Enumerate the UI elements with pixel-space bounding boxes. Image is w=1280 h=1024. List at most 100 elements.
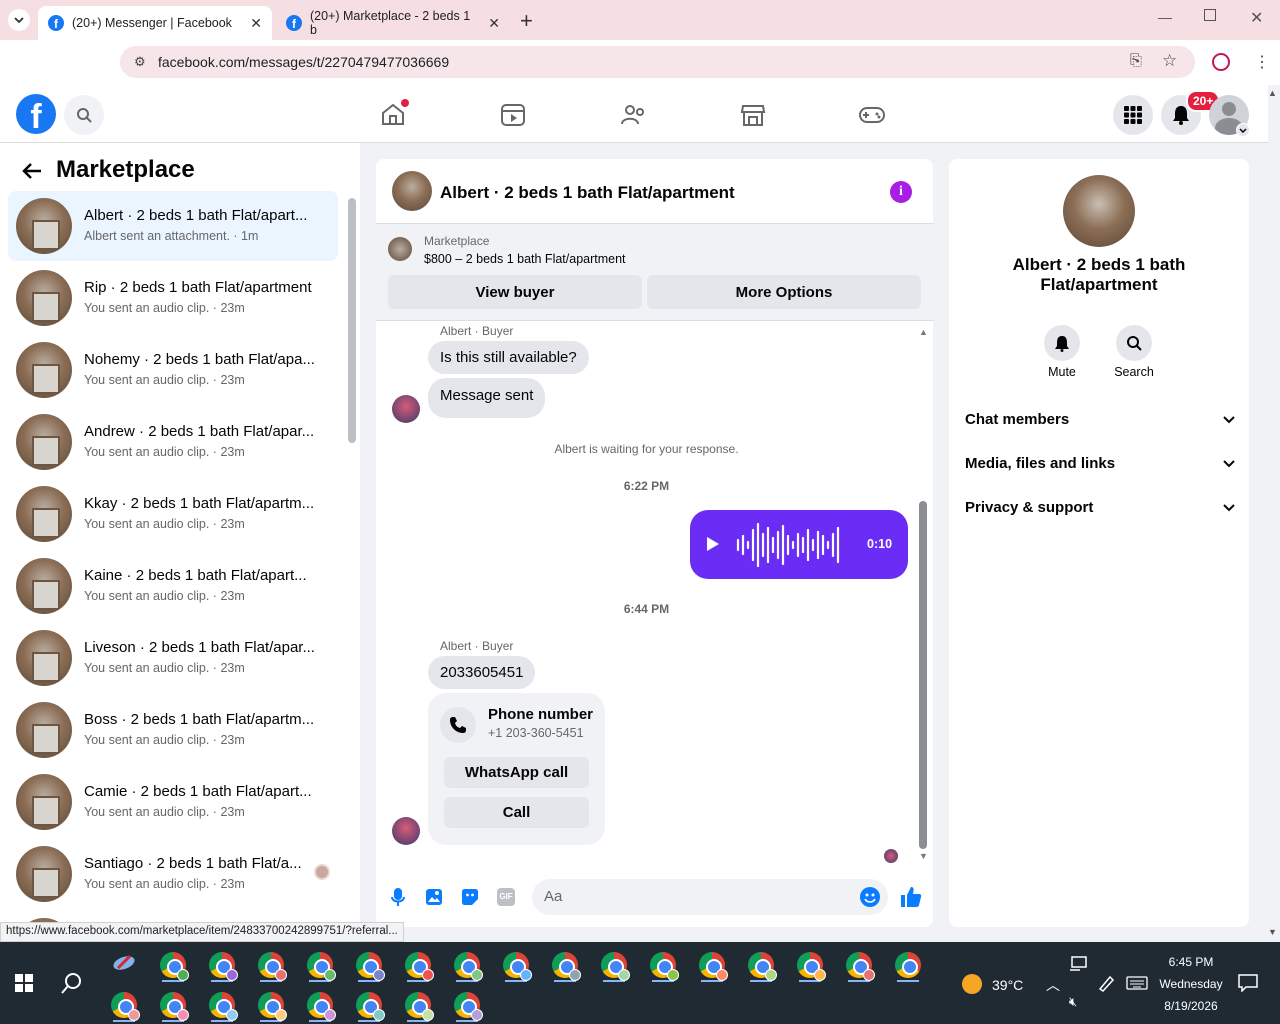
chrome-taskbar-icon[interactable] <box>160 952 189 981</box>
chrome-taskbar-icon[interactable] <box>552 952 581 981</box>
video-nav[interactable] <box>500 103 526 127</box>
search-button[interactable] <box>64 95 104 135</box>
marketplace-nav[interactable] <box>740 103 766 127</box>
chrome-taskbar-icon[interactable] <box>356 952 385 981</box>
volume-muted-icon[interactable]: 🔇︎ <box>1069 994 1077 1010</box>
menu-button[interactable] <box>1113 95 1153 135</box>
chrome-taskbar-icon[interactable] <box>160 992 189 1021</box>
app-icon[interactable] <box>112 952 136 974</box>
conversation-item[interactable]: Rip · 2 beds 1 bath Flat/apartment You s… <box>8 263 338 333</box>
chrome-taskbar-icon[interactable] <box>209 952 238 981</box>
scroll-up-arrow[interactable]: ▲ <box>919 327 928 337</box>
section-chat-members[interactable]: Chat members <box>965 411 1235 428</box>
chrome-taskbar-icon[interactable] <box>307 952 336 981</box>
conversation-item[interactable]: Kkay · 2 beds 1 bath Flat/apartm... You … <box>8 479 338 549</box>
section-privacy-support[interactable]: Privacy & support <box>965 499 1235 516</box>
site-settings-icon[interactable]: ⚙ <box>134 54 146 70</box>
message-bubble[interactable]: 2033605451 <box>428 656 536 689</box>
minimize-button[interactable]: — <box>1158 9 1172 25</box>
install-app-icon[interactable]: ⎘ <box>1130 52 1142 69</box>
tab-marketplace[interactable]: f (20+) Marketplace - 2 beds 1 b ✕ <box>276 6 510 40</box>
gaming-nav[interactable] <box>858 105 886 125</box>
close-window-button[interactable]: ✕ <box>1250 8 1263 28</box>
chrome-taskbar-icon[interactable] <box>307 992 336 1021</box>
chrome-taskbar-icon[interactable] <box>258 952 287 981</box>
chrome-taskbar-icon[interactable] <box>405 992 434 1021</box>
whatsapp-call-button[interactable]: WhatsApp call <box>444 757 589 788</box>
emoji-icon[interactable] <box>860 887 880 907</box>
profile-icon[interactable] <box>1212 53 1230 71</box>
chrome-taskbar-icon[interactable] <box>846 952 875 981</box>
clock-time[interactable]: 6:45 PM <box>1156 955 1226 969</box>
conversation-item[interactable]: Andrew · 2 beds 1 bath Flat/apar... You … <box>8 407 338 477</box>
page-scroll-down[interactable]: ▼ <box>1268 927 1277 937</box>
chrome-taskbar-icon[interactable] <box>601 952 630 981</box>
conversation-item[interactable]: Camie · 2 beds 1 bath Flat/apart... You … <box>8 767 338 837</box>
tab-messenger[interactable]: f (20+) Messenger | Facebook ✕ <box>38 6 272 40</box>
clock-day[interactable]: Wednesday <box>1156 977 1226 991</box>
conversation-item[interactable]: Nohemy · 2 beds 1 bath Flat/apa... You s… <box>8 335 338 405</box>
chrome-taskbar-icon[interactable] <box>209 992 238 1021</box>
chrome-taskbar-icon[interactable] <box>797 952 826 981</box>
restore-button[interactable] <box>1204 9 1216 21</box>
chrome-taskbar-icon[interactable] <box>454 992 483 1021</box>
chrome-taskbar-icon[interactable] <box>454 952 483 981</box>
gif-icon[interactable]: GIF <box>497 888 515 906</box>
microphone-icon[interactable] <box>390 887 406 907</box>
close-icon[interactable]: ✕ <box>250 15 262 32</box>
sender-avatar[interactable] <box>392 817 420 845</box>
menu-dots-icon[interactable]: ⋮ <box>1254 52 1270 72</box>
scroll-down-arrow[interactable]: ▼ <box>919 851 928 861</box>
chat-scrollbar[interactable] <box>919 501 927 849</box>
like-icon[interactable] <box>900 886 922 908</box>
url-bar[interactable]: ⚙ facebook.com/messages/t/22704794770366… <box>120 46 1195 78</box>
clock-date[interactable]: 8/19/2026 <box>1156 999 1226 1013</box>
pen-icon[interactable] <box>1097 974 1115 992</box>
weather-sun-icon[interactable] <box>962 974 982 994</box>
chevron-down-icon[interactable] <box>1236 123 1250 137</box>
chrome-taskbar-icon[interactable] <box>356 992 385 1021</box>
conversation-item[interactable]: Albert · 2 beds 1 bath Flat/apart... Alb… <box>8 191 338 261</box>
back-arrow-icon[interactable] <box>22 162 42 180</box>
facebook-logo[interactable]: f <box>16 94 56 134</box>
message-bubble[interactable]: Message sent <box>428 378 546 418</box>
view-buyer-button[interactable]: View buyer <box>388 275 642 309</box>
network-icon[interactable] <box>1069 956 1087 972</box>
conversation-item[interactable]: Santiago · 2 beds 1 bath Flat/a... You s… <box>8 839 338 909</box>
notification-center-icon[interactable] <box>1238 974 1258 992</box>
friends-nav[interactable] <box>620 103 648 127</box>
conversation-item[interactable]: Boss · 2 beds 1 bath Flat/apartm... You … <box>8 695 338 765</box>
message-input[interactable]: Aa <box>532 879 888 915</box>
tab-search-button[interactable] <box>8 9 30 31</box>
chrome-taskbar-icon[interactable] <box>503 952 532 981</box>
sticker-icon[interactable] <box>461 888 479 906</box>
new-tab-button[interactable]: + <box>520 8 533 34</box>
home-nav[interactable] <box>380 99 409 126</box>
audio-message[interactable]: 0:10 <box>690 510 908 579</box>
sender-avatar[interactable] <box>392 395 420 423</box>
chrome-taskbar-icon[interactable] <box>111 992 140 1021</box>
bookmark-star-icon[interactable]: ☆ <box>1162 51 1177 71</box>
call-button[interactable]: Call <box>444 797 589 828</box>
play-icon[interactable] <box>706 536 720 552</box>
chrome-taskbar-icon[interactable] <box>258 992 287 1021</box>
chrome-taskbar-icon[interactable] <box>748 952 777 981</box>
section-media-files-links[interactable]: Media, files and links <box>965 455 1235 472</box>
conversation-item[interactable]: Kaine · 2 beds 1 bath Flat/apart... You … <box>8 551 338 621</box>
chrome-taskbar-icon[interactable] <box>699 952 728 981</box>
message-bubble[interactable]: Is this still available? <box>428 341 589 374</box>
search-in-chat-button[interactable] <box>1116 325 1152 361</box>
chrome-taskbar-icon[interactable] <box>650 952 679 981</box>
chevron-up-icon[interactable]: ︿ <box>1046 975 1060 995</box>
page-scroll-up[interactable]: ▲ <box>1268 88 1277 98</box>
close-icon[interactable]: ✕ <box>488 15 500 32</box>
conversation-item[interactable]: Liveson · 2 beds 1 bath Flat/apar... You… <box>8 623 338 693</box>
info-icon[interactable]: i <box>890 181 912 203</box>
scrollbar[interactable] <box>348 198 356 443</box>
chrome-taskbar-icon[interactable] <box>895 952 921 978</box>
windows-start-icon[interactable] <box>15 974 33 992</box>
keyboard-icon[interactable] <box>1126 976 1148 990</box>
more-options-button[interactable]: More Options <box>647 275 921 309</box>
temperature[interactable]: 39°C <box>992 977 1023 993</box>
mute-button[interactable] <box>1044 325 1080 361</box>
